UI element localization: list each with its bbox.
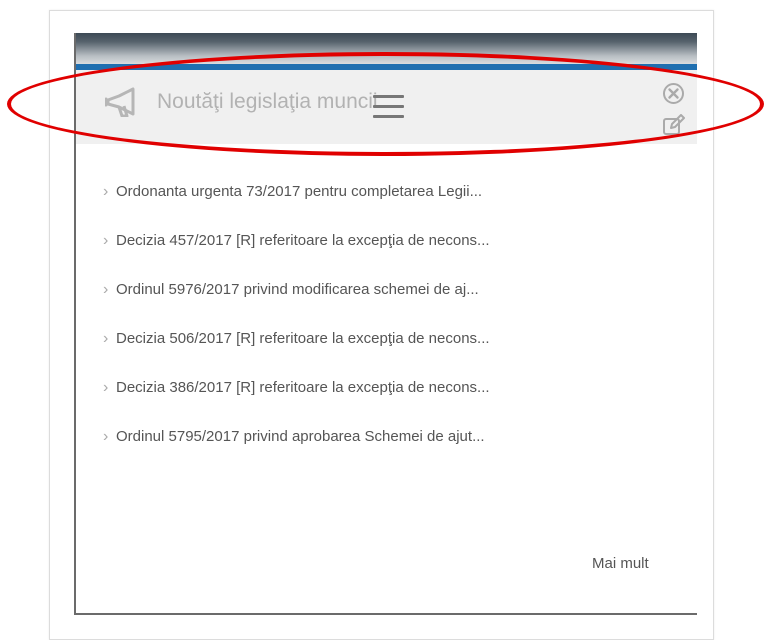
close-circle-icon[interactable] <box>662 82 685 105</box>
news-item[interactable]: › Ordinul 5976/2017 privind modificarea s… <box>103 276 490 325</box>
news-link[interactable]: Ordinul 5795/2017 privind aprobarea Sche… <box>116 428 485 445</box>
news-list: › Ordonanta urgenta 73/2017 pentru comple… <box>103 178 490 472</box>
more-link[interactable]: Mai mult <box>592 552 649 576</box>
news-link[interactable]: Decizia 506/2017 [R] referitoare la exce… <box>116 330 490 347</box>
widget-top-strip <box>76 33 697 64</box>
chevron-right-icon: › <box>103 281 109 298</box>
drag-handle-icon[interactable] <box>373 95 404 122</box>
megaphone-icon <box>105 87 135 117</box>
drag-handle-line <box>373 105 404 108</box>
news-item[interactable]: › Ordonanta urgenta 73/2017 pentru comple… <box>103 178 490 227</box>
news-link[interactable]: Ordonanta urgenta 73/2017 pentru complet… <box>116 183 482 200</box>
news-item[interactable]: › Decizia 506/2017 [R] referitoare la exc… <box>103 325 490 374</box>
chevron-right-icon: › <box>103 232 109 249</box>
widget-title: Noutăţi legislaţia muncii <box>157 90 378 113</box>
edit-icon[interactable] <box>662 114 686 136</box>
chevron-right-icon: › <box>103 379 109 396</box>
news-item[interactable]: › Ordinul 5795/2017 privind aprobarea Sch… <box>103 423 490 472</box>
chevron-right-icon: › <box>103 183 109 200</box>
drag-handle-line <box>373 95 404 98</box>
chevron-right-icon: › <box>103 330 109 347</box>
news-item[interactable]: › Decizia 457/2017 [R] referitoare la exc… <box>103 227 490 276</box>
news-link[interactable]: Decizia 457/2017 [R] referitoare la exce… <box>116 232 490 249</box>
widget-header: Noutăţi legislaţia muncii <box>76 70 697 144</box>
chevron-right-icon: › <box>103 428 109 445</box>
news-link[interactable]: Decizia 386/2017 [R] referitoare la exce… <box>116 379 490 396</box>
news-item[interactable]: › Decizia 386/2017 [R] referitoare la exc… <box>103 374 490 423</box>
legislation-news-widget: Noutăţi legislaţia muncii › Ordonanta urg… <box>74 33 697 615</box>
news-link[interactable]: Ordinul 5976/2017 privind modificarea sc… <box>116 281 479 298</box>
drag-handle-line <box>373 115 404 118</box>
